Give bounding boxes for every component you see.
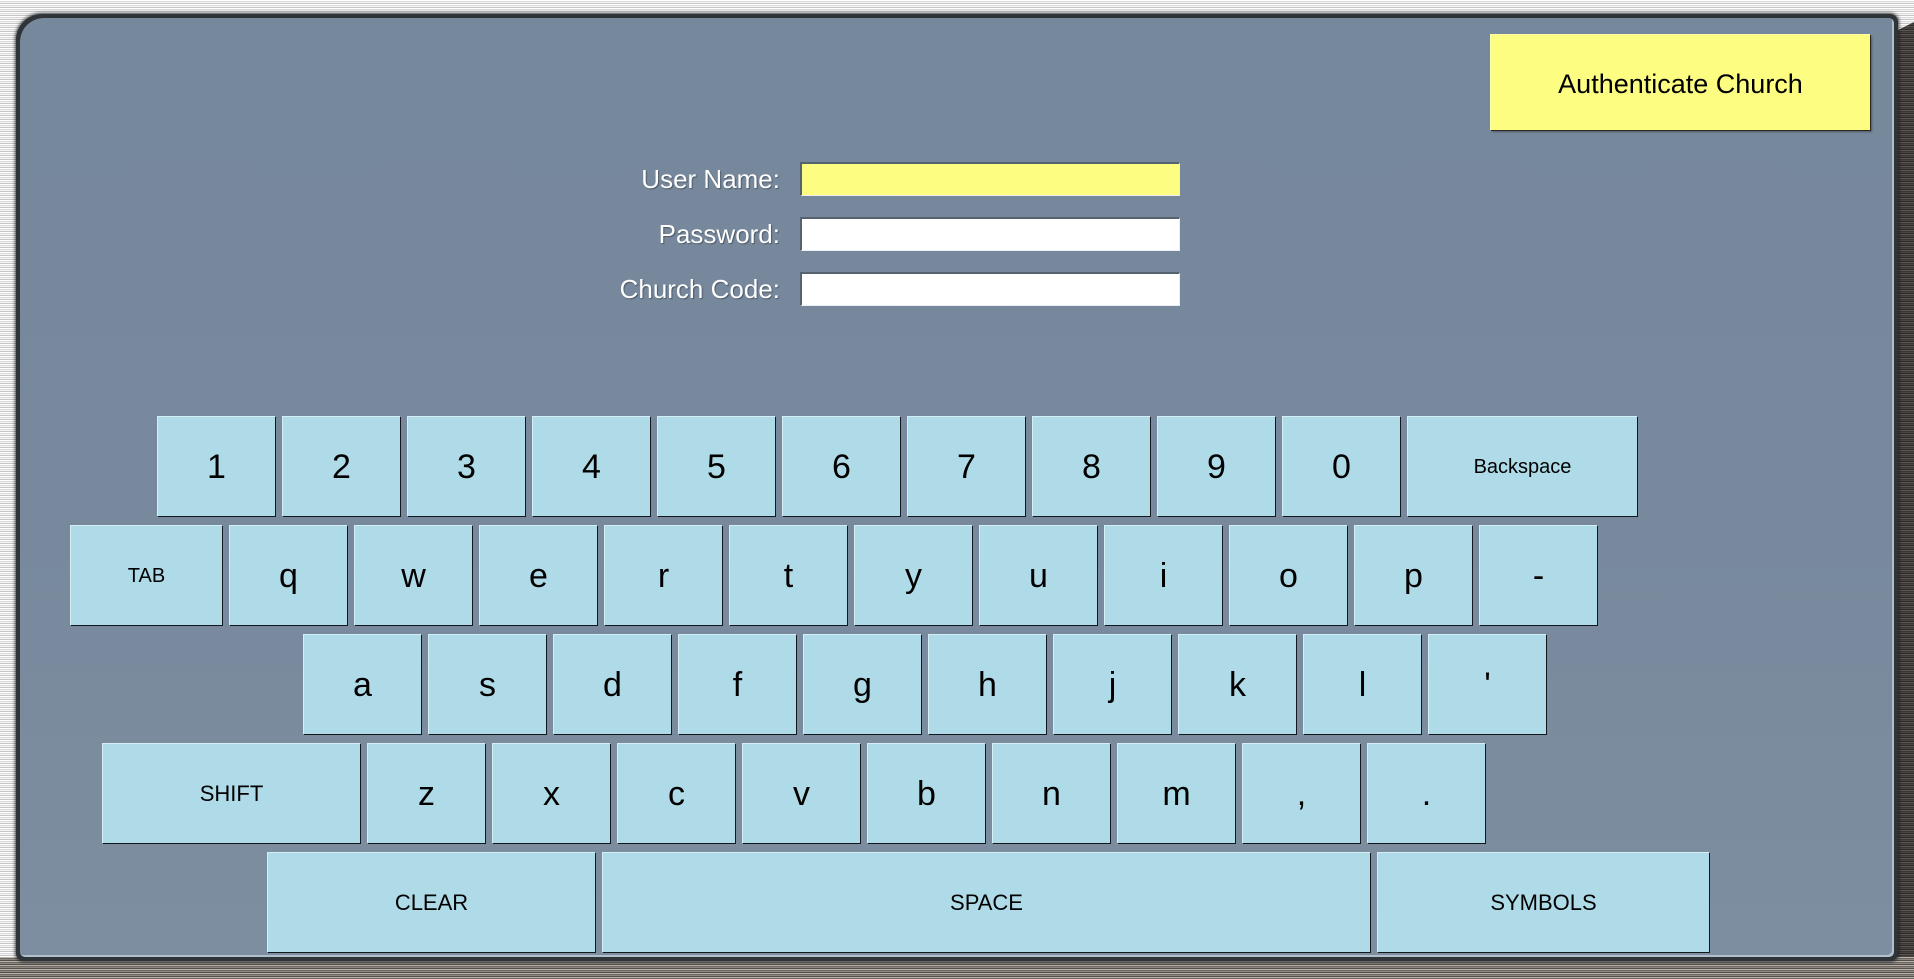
key-backspace[interactable]: Backspace <box>1407 416 1637 516</box>
on-screen-keyboard: 1 2 3 4 5 6 7 8 9 0 Backspace TAB q w e r t y u i o p - a s d f g h j… <box>20 416 1894 957</box>
key-4[interactable]: 4 <box>532 416 650 516</box>
key-2[interactable]: 2 <box>282 416 400 516</box>
key-s[interactable]: s <box>428 634 546 734</box>
key-apostrophe[interactable]: ' <box>1428 634 1546 734</box>
key-9[interactable]: 9 <box>1157 416 1275 516</box>
key-e[interactable]: e <box>479 525 597 625</box>
key-r[interactable]: r <box>604 525 722 625</box>
key-c[interactable]: c <box>617 743 735 843</box>
app-screen: Authenticate Church User Name: Password: C… <box>20 18 1894 957</box>
key-a[interactable]: a <box>303 634 421 734</box>
keyboard-row-digits: 1 2 3 4 5 6 7 8 9 0 Backspace <box>20 416 1894 520</box>
key-q[interactable]: q <box>229 525 347 625</box>
form-row: Church Code: <box>590 270 1180 308</box>
key-i[interactable]: i <box>1104 525 1222 625</box>
field-label: User Name: <box>641 163 780 194</box>
key-clear[interactable]: CLEAR <box>267 852 595 952</box>
key-v[interactable]: v <box>742 743 860 843</box>
key-comma[interactable]: , <box>1242 743 1360 843</box>
login-form: User Name: Password: Church Code: <box>590 160 1180 325</box>
field-label: Password: <box>658 218 780 249</box>
key-j[interactable]: j <box>1053 634 1171 734</box>
key-3[interactable]: 3 <box>407 416 525 516</box>
key-symbols[interactable]: SYMBOLS <box>1377 852 1709 952</box>
form-row: Password: <box>590 215 1180 253</box>
key-u[interactable]: u <box>979 525 1097 625</box>
key-tab[interactable]: TAB <box>70 525 222 625</box>
field-input[interactable] <box>800 162 1180 196</box>
key-f[interactable]: f <box>678 634 796 734</box>
key-6[interactable]: 6 <box>782 416 900 516</box>
key-n[interactable]: n <box>992 743 1110 843</box>
keyboard-row-qwerty: TAB q w e r t y u i o p - <box>20 525 1894 629</box>
field-input[interactable] <box>800 217 1180 251</box>
key-8[interactable]: 8 <box>1032 416 1150 516</box>
key-h[interactable]: h <box>928 634 1046 734</box>
key-period[interactable]: . <box>1367 743 1485 843</box>
key-shift[interactable]: SHIFT <box>102 743 360 843</box>
field-label: Church Code: <box>619 273 780 304</box>
key-o[interactable]: o <box>1229 525 1347 625</box>
keyboard-row-shift: SHIFT z x c v b n m,. <box>20 743 1894 847</box>
key-k[interactable]: k <box>1178 634 1296 734</box>
key-g[interactable]: g <box>803 634 921 734</box>
keyboard-row-home: a s d f g h j k l ' <box>20 634 1894 738</box>
key-w[interactable]: w <box>354 525 472 625</box>
key-5[interactable]: 5 <box>657 416 775 516</box>
key-z[interactable]: z <box>367 743 485 843</box>
key-l[interactable]: l <box>1303 634 1421 734</box>
key-1[interactable]: 1 <box>157 416 275 516</box>
key-0[interactable]: 0 <box>1282 416 1400 516</box>
key-t[interactable]: t <box>729 525 847 625</box>
key-hyphen[interactable]: - <box>1479 525 1597 625</box>
key-space[interactable]: SPACE <box>602 852 1370 952</box>
app-window: Authenticate Church User Name: Password: C… <box>0 0 1914 979</box>
key-b[interactable]: b <box>867 743 985 843</box>
key-y[interactable]: y <box>854 525 972 625</box>
key-d[interactable]: d <box>553 634 671 734</box>
key-p[interactable]: p <box>1354 525 1472 625</box>
keyboard-row-bottom: CLEAR SPACE SYMBOLS <box>20 852 1894 956</box>
key-x[interactable]: x <box>492 743 610 843</box>
field-input[interactable] <box>800 272 1180 306</box>
authenticate-church-button[interactable]: Authenticate Church <box>1490 34 1870 130</box>
form-row: User Name: <box>590 160 1180 198</box>
key-m[interactable]: m <box>1117 743 1235 843</box>
key-7[interactable]: 7 <box>907 416 1025 516</box>
